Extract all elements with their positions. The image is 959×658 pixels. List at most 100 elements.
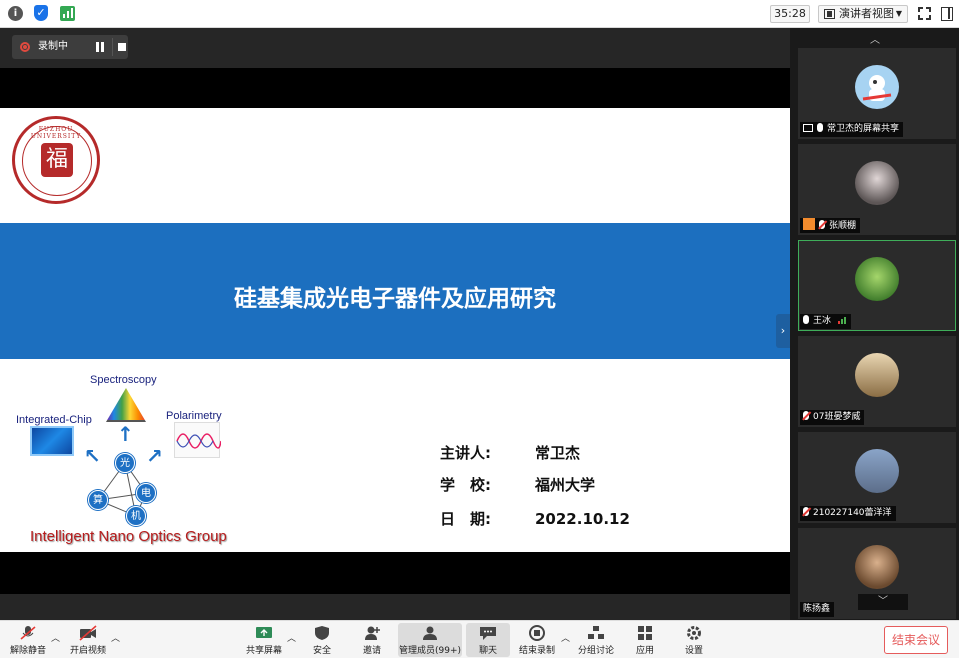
microphone-muted-icon xyxy=(819,220,825,229)
end-recording-button[interactable]: 结束录制 xyxy=(516,623,558,657)
avatar xyxy=(855,65,899,109)
chat-icon xyxy=(479,625,497,641)
participant-tile[interactable]: 07班晏梦威 xyxy=(798,336,956,427)
breakout-button[interactable]: 分组讨论 xyxy=(576,623,616,657)
arrow-up-icon: ↑ xyxy=(117,422,134,446)
unmute-label: 解除静音 xyxy=(9,646,46,656)
node-ji: 机 xyxy=(126,506,146,526)
shield-icon[interactable]: ✓ xyxy=(34,5,48,21)
group-name: Intelligent Nano Optics Group xyxy=(30,528,227,545)
signal-icon[interactable] xyxy=(60,6,75,21)
window-icon[interactable] xyxy=(941,7,953,21)
record-icon xyxy=(20,42,30,52)
microphone-icon xyxy=(817,123,823,132)
apps-icon xyxy=(636,625,654,641)
participant-name-tag: 张顺棚 xyxy=(800,218,861,233)
avatar xyxy=(855,545,899,589)
participant-name-tag: 陈扬鑫 xyxy=(800,602,835,617)
share-screen-icon xyxy=(255,625,273,641)
chevron-up-icon[interactable]: ︿ xyxy=(561,631,570,644)
microphone-muted-icon xyxy=(803,507,809,516)
microphone-muted-icon xyxy=(803,411,809,420)
settings-button[interactable]: 设置 xyxy=(676,623,712,657)
participant-name: 王冰 xyxy=(813,316,832,326)
shield-icon xyxy=(313,625,331,641)
stop-recording-button[interactable] xyxy=(112,38,128,56)
date-key: 日 期: xyxy=(440,510,491,528)
node-dian: 电 xyxy=(136,483,156,503)
participants-label: 管理成员(99+) xyxy=(398,646,462,656)
avatar xyxy=(855,449,899,493)
chevron-down-icon[interactable]: ﹀ xyxy=(858,594,908,610)
presentation-slide: FUZHOU UNIVERSITY 福 硅基集成光电子器件及应用研究 Spect… xyxy=(0,108,790,552)
chevron-up-icon[interactable]: ︿ xyxy=(852,34,898,48)
invite-button[interactable]: 邀请 xyxy=(354,623,390,657)
add-user-icon xyxy=(363,625,381,641)
security-label: 安全 xyxy=(312,646,331,656)
chat-label: 聊天 xyxy=(478,646,497,656)
school-row: 学 校: 福州大学 xyxy=(440,474,595,495)
participants-icon xyxy=(421,625,439,641)
school-value: 福州大学 xyxy=(535,476,596,494)
arrow-right-icon: ↗ xyxy=(146,444,163,468)
view-mode-label: 演讲者视图 xyxy=(839,7,894,20)
settings-label: 设置 xyxy=(684,646,703,656)
invite-label: 邀请 xyxy=(362,646,381,656)
chevron-up-icon[interactable]: ︿ xyxy=(111,631,120,644)
participant-tile-active[interactable]: 王冰 xyxy=(798,240,956,331)
share-screen-label: 共享屏幕 xyxy=(245,646,282,656)
recording-indicator: 录制中 xyxy=(12,35,128,59)
start-video-label: 开启视频 xyxy=(69,646,106,656)
wave-image xyxy=(174,422,222,458)
network-lines xyxy=(97,462,147,517)
pause-recording-button[interactable] xyxy=(90,38,110,56)
school-key: 学 校: xyxy=(440,476,491,494)
participant-tile[interactable]: 张顺棚 xyxy=(798,144,956,235)
recording-label: 录制中 xyxy=(38,41,68,52)
chat-button[interactable]: 聊天 xyxy=(466,623,510,657)
arrow-left-icon: ↖ xyxy=(84,444,101,468)
security-button[interactable]: 安全 xyxy=(304,623,340,657)
speaker-row: 主讲人: 常卫杰 xyxy=(440,442,580,463)
meeting-toolbar: 解除静音 ︿ 开启视频 ︿ 共享屏幕 ︿ 安全 邀请 管理成员(99+) 聊天 … xyxy=(0,620,959,658)
manage-participants-button[interactable]: 管理成员(99+) xyxy=(398,623,462,657)
participant-tile[interactable]: 常卫杰的屏幕共享 xyxy=(798,48,956,139)
chip-image xyxy=(30,426,74,456)
collapse-panel-button[interactable]: › xyxy=(776,314,790,348)
chevron-down-icon: ▼ xyxy=(895,9,902,18)
grid-icon xyxy=(824,9,835,19)
microphone-icon xyxy=(803,315,809,324)
participant-name-tag: 王冰 xyxy=(800,314,851,329)
signal-bars-icon xyxy=(837,315,847,330)
end-meeting-button[interactable]: 结束会议 xyxy=(884,626,948,654)
fullscreen-icon[interactable] xyxy=(918,7,931,20)
shared-screen-area: 录制中 FUZHOU UNIVERSITY 福 硅基集成光电子器件及应用研究 S… xyxy=(0,28,790,620)
chevron-up-icon[interactable]: ︿ xyxy=(287,631,296,644)
share-screen-button[interactable]: 共享屏幕 xyxy=(244,623,284,657)
participant-name: 07班晏梦威 xyxy=(813,412,861,422)
breakout-label: 分组讨论 xyxy=(577,646,614,656)
breakout-icon xyxy=(587,625,605,641)
gear-icon xyxy=(685,625,703,641)
top-bar: i ✓ 35:28 演讲者视图 ▼ xyxy=(0,0,959,28)
unmute-button[interactable]: 解除静音 xyxy=(8,623,48,657)
node-suan: 算 xyxy=(88,490,108,510)
participant-tile[interactable]: 210227140蕾洋洋 xyxy=(798,432,956,523)
participant-name: 常卫杰的屏幕共享 xyxy=(827,124,900,134)
stop-record-icon xyxy=(528,625,546,641)
start-video-button[interactable]: 开启视频 xyxy=(68,623,108,657)
apps-label: 应用 xyxy=(635,646,654,656)
avatar xyxy=(855,353,899,397)
meeting-window: i ✓ 35:28 演讲者视图 ▼ 录制中 FUZHOU UNIVERSITY … xyxy=(0,0,959,658)
end-recording-label: 结束录制 xyxy=(518,646,555,656)
date-value: 2022.10.12 xyxy=(535,510,630,528)
microphone-muted-icon xyxy=(19,625,37,641)
integrated-chip-label: Integrated-Chip xyxy=(16,414,92,426)
person-icon xyxy=(803,218,815,230)
apps-button[interactable]: 应用 xyxy=(628,623,662,657)
chevron-up-icon[interactable]: ︿ xyxy=(51,631,60,644)
spectroscopy-label: Spectroscopy xyxy=(90,374,157,386)
node-guang: 光 xyxy=(115,453,135,473)
view-mode-dropdown[interactable]: 演讲者视图 ▼ xyxy=(818,5,908,23)
info-icon[interactable]: i xyxy=(8,6,23,21)
